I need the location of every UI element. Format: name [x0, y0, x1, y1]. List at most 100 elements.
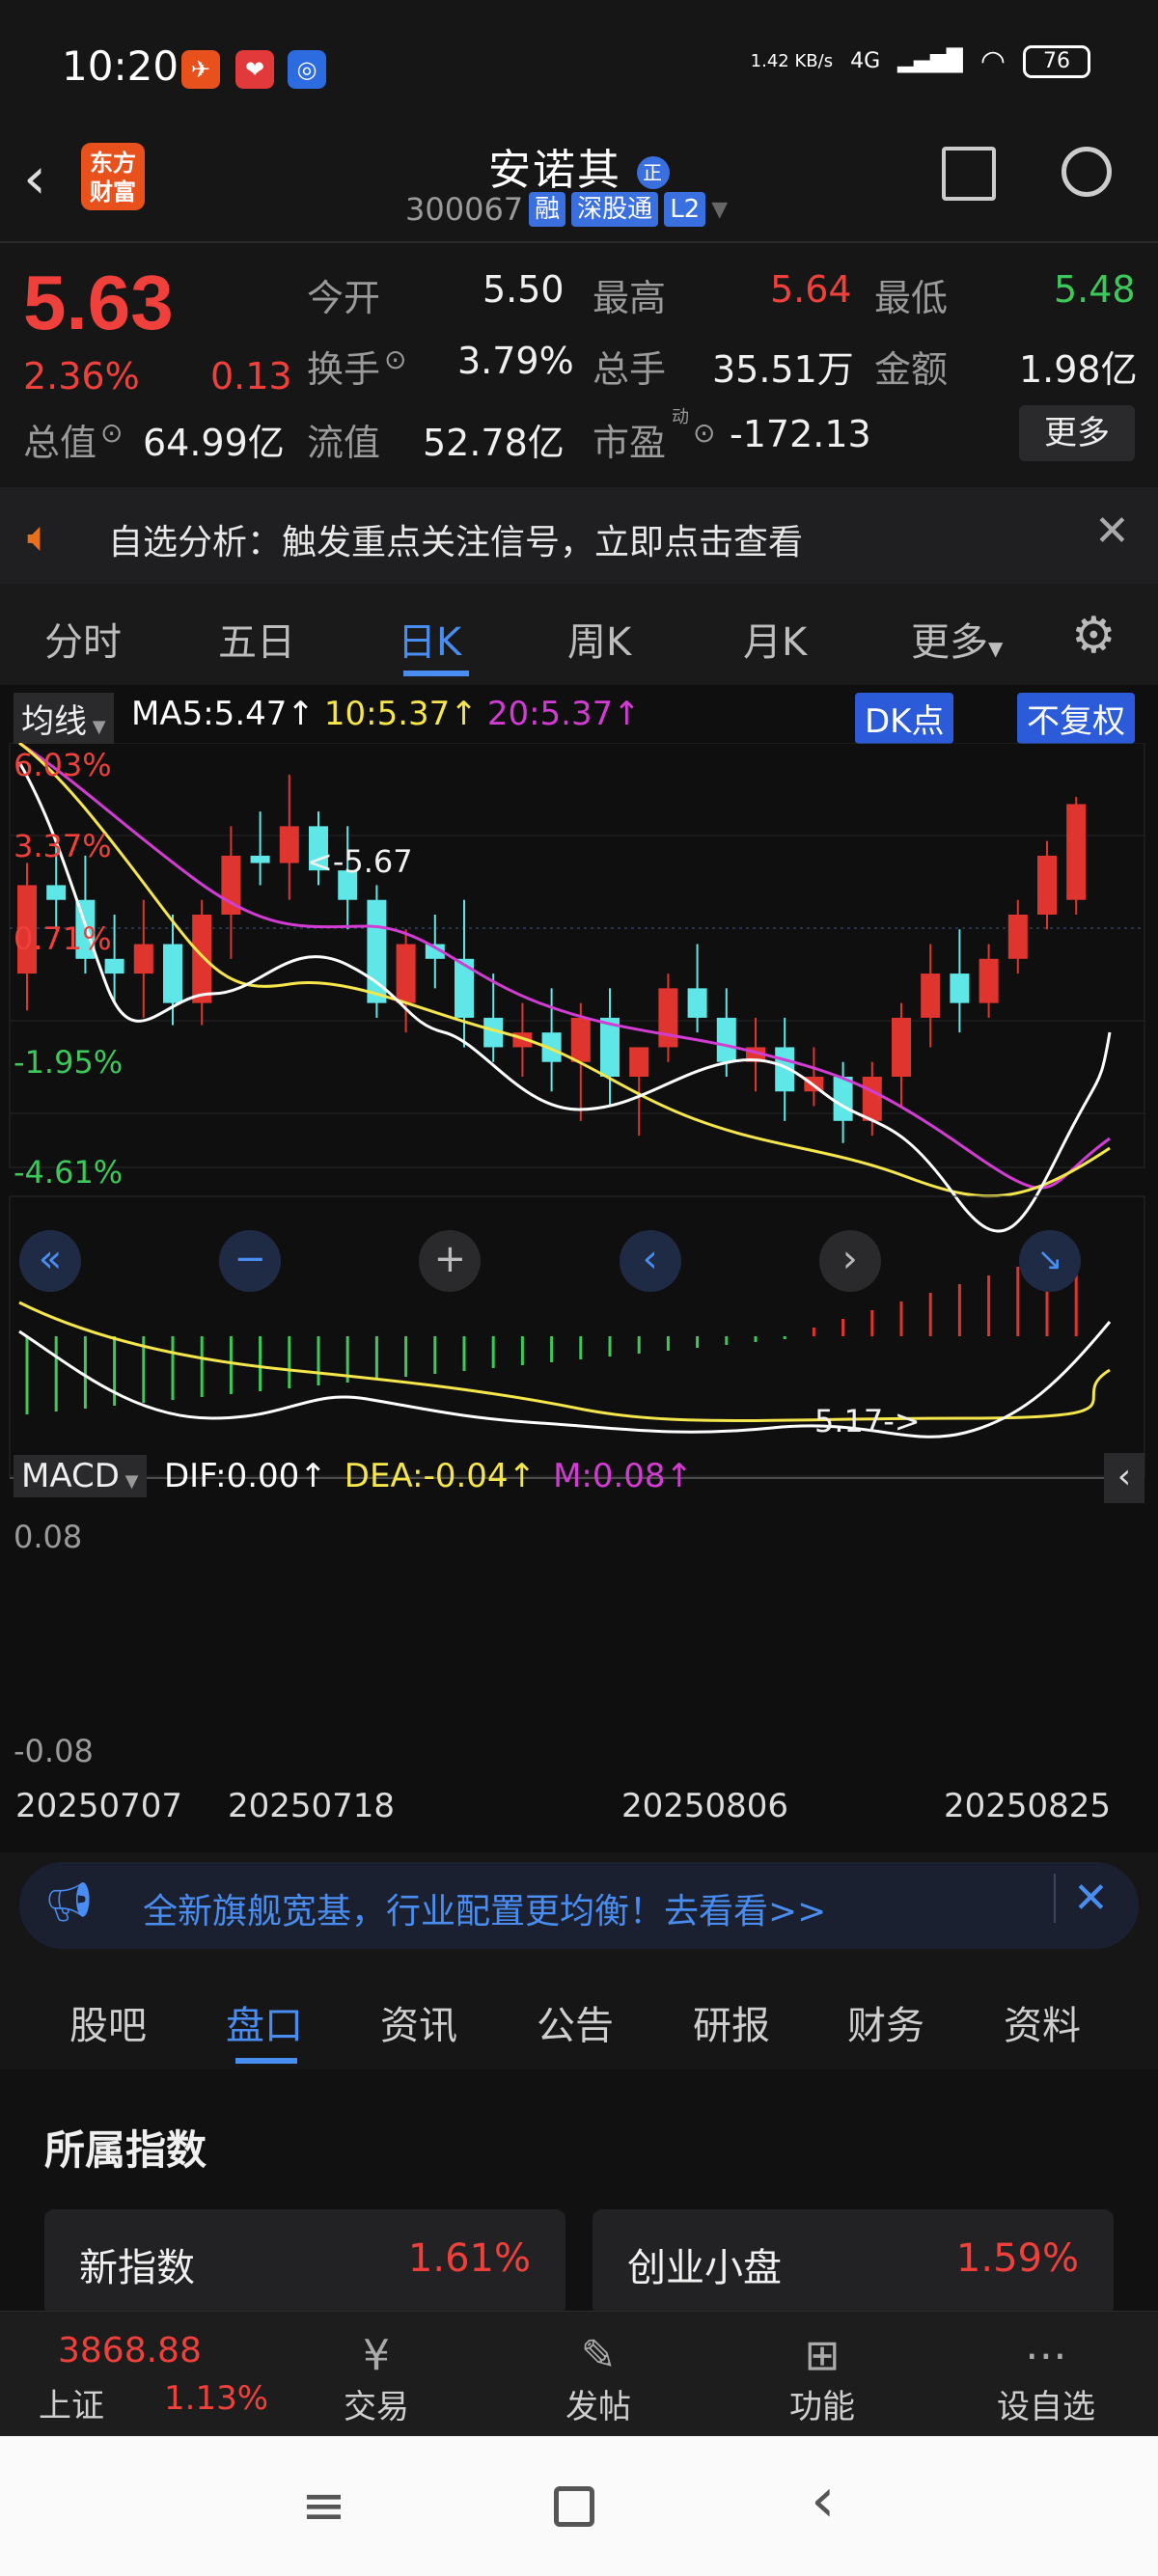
dk-point-button[interactable]: DK点 — [855, 693, 954, 744]
info-tabs: 股吧 盘口 资讯 公告 研报 财务 资料 — [0, 1973, 1158, 2069]
float-label: 流值 — [307, 422, 381, 464]
ma5-text: MA5:5.47 — [131, 695, 288, 733]
candle-body — [629, 1047, 649, 1077]
kline-chart[interactable]: 均线 ▼ MA5:5.47↑ 10:5.37↑ 20:5.37↑ DK点 不复权… — [0, 685, 1158, 1852]
float-value: 52.78亿 — [423, 422, 565, 464]
sh-index-name[interactable]: 上证 — [39, 2379, 104, 2426]
active-tab-indicator — [403, 671, 469, 676]
home-icon[interactable] — [554, 2486, 594, 2527]
open-value: 5.50 — [482, 268, 565, 311]
grid-icon: ⊞ — [804, 2331, 841, 2380]
tab-financials[interactable]: 财务 — [847, 1994, 924, 2050]
tab-intraday[interactable]: 分时 — [44, 611, 122, 667]
candle-body — [1037, 855, 1057, 915]
index-pct: 1.59% — [955, 2236, 1079, 2281]
adjust-button[interactable]: 不复权 — [1017, 693, 1135, 744]
candles-group — [17, 774, 1087, 1143]
scroll-left-icon[interactable]: ‹ — [619, 1230, 681, 1292]
candle-body — [46, 885, 67, 900]
active-tab-indicator — [235, 2058, 297, 2064]
sh-index-pct[interactable]: 1.13% — [164, 2379, 268, 2418]
collapse-icon[interactable]: ‹ — [1104, 1453, 1144, 1503]
turnover-value: 3.79% — [457, 340, 574, 382]
pe-label: 市盈 — [593, 422, 667, 464]
tag-margin: 融 — [529, 192, 566, 227]
tab-profile[interactable]: 资料 — [1004, 1994, 1081, 2050]
candle-body — [833, 1077, 853, 1121]
y-label-2: 0.71% — [14, 920, 112, 957]
volume-value: 35.51万 — [712, 348, 854, 391]
banner-text[interactable]: 全新旗舰宽基，行业配置更均衡！去看看>> — [143, 1883, 826, 1933]
candle-body — [921, 973, 941, 1018]
pe-value: -172.13 — [730, 413, 871, 455]
battery-icon: 76 — [1023, 44, 1090, 78]
more-icon: ⋯ — [1025, 2331, 1067, 2380]
info-icon[interactable]: ⊙ — [384, 343, 406, 375]
info-icon[interactable]: ⊙ — [100, 417, 123, 449]
share-icon[interactable] — [942, 147, 996, 201]
more-button[interactable]: 更多 — [1019, 405, 1135, 461]
back-nav-icon[interactable]: ‹ — [811, 2465, 836, 2536]
date-label-3: 20250825 — [944, 1787, 1112, 1825]
nav-add-watchlist[interactable]: ⋯ 设自选 — [969, 2331, 1123, 2427]
m-value: M:0.08↑ — [553, 1457, 694, 1495]
dropdown-icon: ▼ — [988, 637, 1004, 660]
tab-weekly-k[interactable]: 周K — [567, 611, 631, 667]
date-label-1: 20250718 — [228, 1787, 396, 1825]
tab-announcements[interactable]: 公告 — [537, 1994, 614, 2050]
expand-icon[interactable]: ▼ — [711, 198, 728, 222]
index-card[interactable]: 创业小盘 1.59% — [593, 2209, 1114, 2316]
close-icon[interactable]: ✕ — [1094, 507, 1130, 556]
search-icon[interactable] — [1062, 147, 1112, 197]
nav-trade[interactable]: ¥ 交易 — [299, 2331, 454, 2427]
candle-body — [1066, 804, 1087, 900]
tab-monthly-k[interactable]: 月K — [743, 611, 807, 667]
macd-selector-label: MACD — [21, 1457, 120, 1495]
notification-app-icon-2: ❤ — [235, 50, 274, 89]
high-value: 5.64 — [770, 268, 852, 311]
tab-forum[interactable]: 股吧 — [69, 1994, 147, 2050]
rewind-icon[interactable]: « — [19, 1230, 81, 1292]
notice-text[interactable]: 自选分析：触发重点关注信号，立即点击查看 — [108, 514, 803, 564]
nav-post[interactable]: ✎ 发帖 — [521, 2331, 676, 2427]
settings-icon[interactable]: ⚙ — [1071, 607, 1117, 665]
ma10-text: 10:5.37 — [323, 695, 451, 733]
current-price: 5.63 — [23, 260, 174, 345]
m-text: M:0.08 — [553, 1457, 666, 1495]
tab-news[interactable]: 资讯 — [380, 1994, 457, 2050]
nav-functions[interactable]: ⊞ 功能 — [745, 2331, 899, 2427]
ma-legend: MA5:5.47↑ 10:5.37↑ 20:5.37↑ — [131, 695, 641, 733]
system-icons: 1.42 KB/s 4G ▂▄▆█ ◠ 76 — [751, 44, 1090, 78]
y-label-3: -1.95% — [14, 1044, 124, 1081]
index-card[interactable]: 新指数 1.61% — [44, 2209, 565, 2316]
sh-index-value[interactable]: 3868.88 — [58, 2331, 202, 2370]
menu-icon[interactable]: ≡ — [301, 2475, 346, 2537]
tab-five-day[interactable]: 五日 — [218, 611, 295, 667]
ma-selector[interactable]: 均线 ▼ — [14, 693, 114, 744]
promo-banner[interactable]: 📢︎ 全新旗舰宽基，行业配置更均衡！去看看>> ✕ — [19, 1862, 1139, 1949]
mktcap-label: 总值 — [23, 422, 97, 464]
candle-body — [862, 1077, 882, 1121]
zoom-in-icon[interactable]: + — [419, 1230, 482, 1292]
notice-bar[interactable]: 🔈︎ 自选分析：触发重点关注信号，立即点击查看 ✕ — [0, 487, 1158, 584]
speaker-icon: 🔈︎ — [27, 512, 53, 562]
close-icon[interactable]: ✕ — [1054, 1874, 1109, 1923]
candle-body — [396, 944, 416, 1003]
reset-icon[interactable]: ↘ — [1018, 1230, 1081, 1292]
zoom-out-icon[interactable]: − — [219, 1230, 282, 1292]
date-label-0: 20250707 — [15, 1787, 183, 1825]
scroll-right-icon[interactable]: › — [818, 1230, 881, 1292]
ma-selector-label: 均线 — [21, 702, 87, 741]
high-marker: <-5.67 — [307, 843, 413, 880]
ma20-line — [18, 743, 1111, 1190]
tab-orderbook[interactable]: 盘口 — [226, 1994, 303, 2050]
tab-daily-k[interactable]: 日K — [398, 611, 461, 667]
ma20-value: 20:5.37↑ — [486, 695, 641, 733]
chart-controls: « − + ‹ › ↘ — [19, 1230, 1081, 1292]
macd-selector[interactable]: MACD ▼ — [14, 1455, 147, 1497]
tab-more[interactable]: 更多▼ — [911, 611, 1003, 667]
info-icon[interactable]: ⊙ — [693, 417, 715, 449]
status-bar: 10:20 ✈ ❤ ◎ 1.42 KB/s 4G ▂▄▆█ ◠ 76 — [0, 0, 1158, 135]
tab-research[interactable]: 研报 — [693, 1994, 770, 2050]
change-pct: 2.36% — [23, 355, 140, 397]
